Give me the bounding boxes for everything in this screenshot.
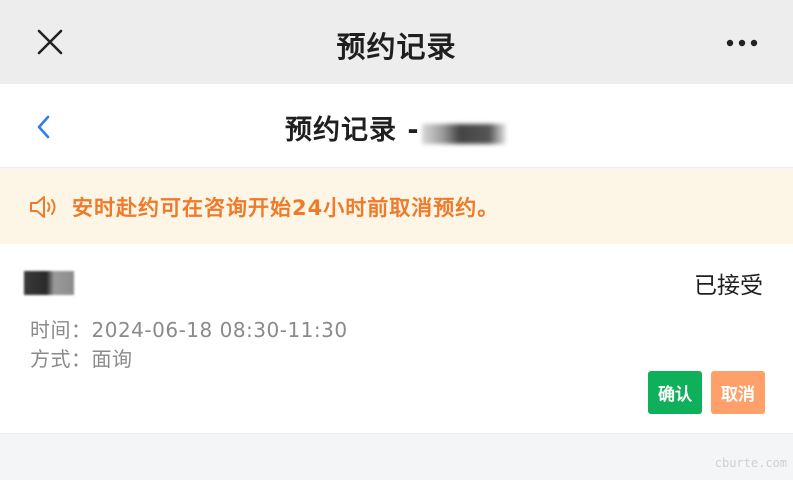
nav-bar: 预约记录 - (0, 84, 793, 168)
time-value: 2024-06-18 08:30-11:30 (91, 318, 348, 342)
mode-value: 面询 (91, 347, 133, 371)
redacted-name (422, 124, 506, 144)
time-row: 时间：2024-06-18 08:30-11:30 (30, 314, 348, 343)
page-title: 预约记录 (336, 30, 457, 64)
mode-label: 方式： (30, 347, 92, 371)
top-bar: 预约记录 (0, 0, 793, 84)
nav-title: 预约记录 - (285, 115, 420, 146)
redacted-counselor-name (24, 271, 74, 295)
notice-text: 安时赴约可在咨询开始24小时前取消预约。 (72, 196, 500, 220)
confirm-button[interactable]: 确认 (648, 371, 702, 414)
status-label: 已接受 (694, 273, 763, 299)
more-icon[interactable] (725, 38, 759, 48)
speaker-icon (30, 196, 56, 218)
time-label: 时间： (30, 318, 92, 342)
mode-row: 方式：面询 (30, 343, 133, 372)
back-icon[interactable] (34, 114, 54, 140)
watermark: cburte.com (714, 456, 787, 470)
cancel-button[interactable]: 取消 (711, 371, 765, 414)
